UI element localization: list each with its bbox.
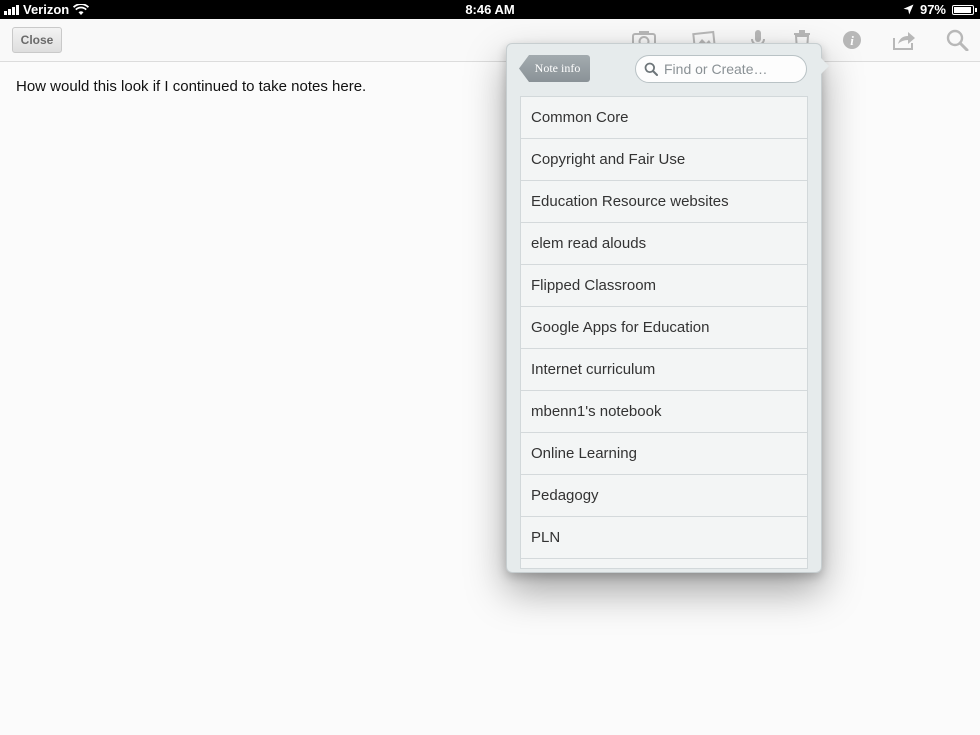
battery-percent: 97% (919, 2, 946, 17)
note-toolbar: Close i (0, 19, 980, 62)
search-icon (644, 62, 658, 76)
notebook-item[interactable]: Google Apps for Education (521, 307, 807, 349)
clock: 8:46 AM (465, 2, 515, 17)
note-body[interactable]: How would this look if I continued to ta… (16, 78, 366, 95)
notebook-item[interactable]: Pedagogy (521, 475, 807, 517)
status-bar: Verizon 8:46 AM 97% (0, 0, 980, 19)
notebook-list: Common Core Copyright and Fair Use Educati… (520, 96, 808, 569)
battery-icon (952, 4, 977, 15)
notebook-item[interactable]: Flipped Classroom (521, 265, 807, 307)
notebook-item[interactable]: Internet curriculum (521, 349, 807, 391)
notebook-item[interactable]: mbenn1's notebook (521, 391, 807, 433)
close-button[interactable]: Close (12, 27, 62, 53)
search-icon[interactable] (945, 29, 969, 51)
status-right: 97% (903, 2, 977, 17)
share-icon[interactable] (892, 29, 916, 51)
notebook-item[interactable]: elem read alouds (521, 223, 807, 265)
notebook-search-input[interactable] (664, 61, 794, 77)
notebook-item[interactable]: Common Core (521, 97, 807, 139)
notebook-item[interactable]: Copyright and Fair Use (521, 139, 807, 181)
svg-text:i: i (850, 33, 854, 48)
battery-level (954, 6, 972, 13)
info-icon[interactable]: i (840, 29, 864, 51)
location-arrow-icon (903, 4, 914, 15)
notebook-item[interactable]: Online Learning (521, 433, 807, 475)
notebook-search[interactable] (635, 55, 807, 83)
notebook-item[interactable]: Education Resource websites (521, 181, 807, 223)
popover-arrow (815, 52, 829, 80)
note-info-back-button[interactable]: Note info (519, 55, 590, 82)
notebook-item[interactable]: PLN (521, 517, 807, 559)
